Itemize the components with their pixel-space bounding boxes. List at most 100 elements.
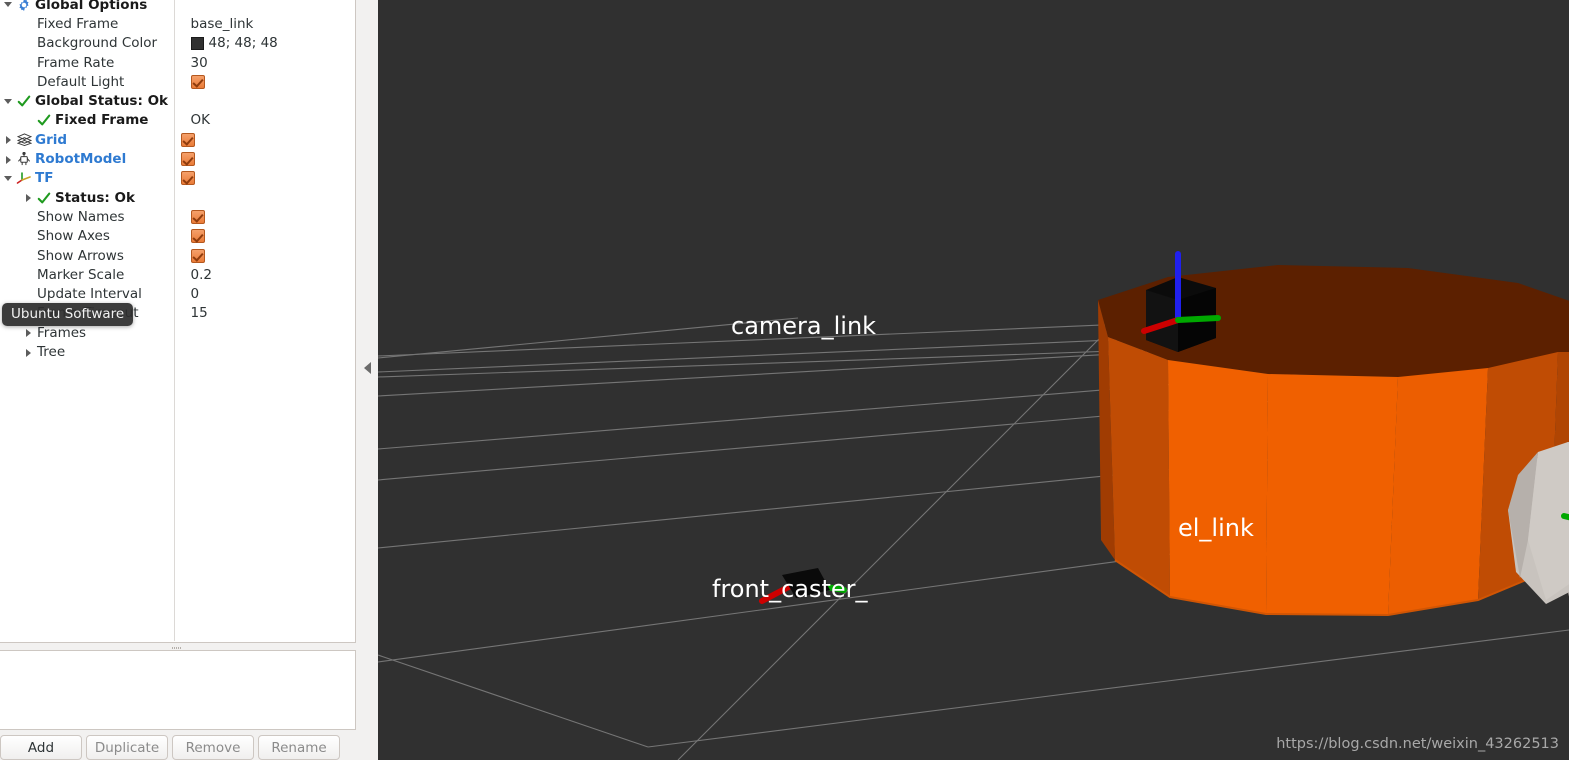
tree-row-value-cell[interactable]: 0.2 bbox=[186, 265, 355, 284]
tree-row-value-cell[interactable]: 48; 48; 48 bbox=[186, 34, 355, 53]
robot-body-side-left-2 bbox=[1108, 337, 1170, 597]
tree-row-fixed-frame[interactable]: Fixed Frame base_link bbox=[0, 14, 355, 33]
chevron-left-icon bbox=[364, 362, 371, 374]
checkbox-checked-icon[interactable] bbox=[190, 209, 205, 224]
status-ok-icon bbox=[35, 112, 53, 128]
chevron-right-icon[interactable] bbox=[22, 343, 35, 362]
chevron-right-icon[interactable] bbox=[22, 188, 35, 207]
tree-row-name-cell: Tree bbox=[0, 342, 186, 361]
status-ok-icon bbox=[15, 93, 33, 109]
displays-panel: Global Options Fixed Frame base_link Backgr… bbox=[0, 0, 378, 760]
tree-row-value: 0.2 bbox=[190, 266, 213, 283]
remove-button[interactable]: Remove bbox=[172, 735, 254, 760]
tree-row-value-cell[interactable]: 15 bbox=[186, 304, 355, 323]
tree-row-name-cell: Show Names bbox=[0, 207, 186, 226]
tree-row-value: 0 bbox=[190, 286, 200, 303]
checkbox-checked-icon[interactable] bbox=[190, 229, 205, 244]
checkbox-checked-icon[interactable] bbox=[180, 152, 195, 167]
tree-row-name-cell: Grid bbox=[0, 130, 176, 149]
chevron-down-icon[interactable] bbox=[2, 169, 15, 188]
add-button[interactable]: Add bbox=[0, 735, 82, 760]
tree-row-name-cell: RobotModel bbox=[0, 149, 176, 168]
tree-row-label: Fixed Frame bbox=[55, 112, 149, 129]
robotmodel-icon bbox=[15, 151, 33, 167]
tree-row-robotmodel[interactable]: RobotModel bbox=[0, 149, 355, 168]
tree-row-name-cell: Global Options bbox=[0, 0, 176, 14]
tree-row-global-options[interactable]: Global Options bbox=[0, 0, 355, 14]
tree-row-background-color[interactable]: Background Color 48; 48; 48 bbox=[0, 34, 355, 53]
tree-row-value-cell[interactable] bbox=[176, 169, 356, 188]
tree-row-value: 48; 48; 48 bbox=[208, 35, 278, 52]
tree-row-value-cell[interactable]: base_link bbox=[186, 14, 355, 33]
tree-row-value-cell[interactable] bbox=[186, 246, 355, 265]
tree-row-label: Marker Scale bbox=[37, 266, 125, 283]
tree-row-name-cell: Global Status: Ok bbox=[0, 92, 176, 111]
tree-row-value-cell[interactable] bbox=[186, 207, 355, 226]
watermark-text: https://blog.csdn.net/weixin_43262513 bbox=[1276, 736, 1559, 752]
tree-row-label: Global Options bbox=[35, 0, 148, 13]
tree-row-label: Global Status: Ok bbox=[35, 93, 169, 110]
rename-button[interactable]: Rename bbox=[258, 735, 340, 760]
tree-row-name-cell: Show Arrows bbox=[0, 246, 186, 265]
tree-row-value: 15 bbox=[190, 305, 208, 322]
tree-row-label: Default Light bbox=[37, 73, 125, 90]
gear-icon bbox=[15, 0, 33, 13]
panel-collapse-handle[interactable] bbox=[357, 0, 378, 760]
robot-body-side-front-3 bbox=[1388, 368, 1488, 615]
tree-row-value-cell[interactable] bbox=[176, 149, 356, 168]
checkbox-checked-icon[interactable] bbox=[180, 171, 195, 186]
tree-row-label: Fixed Frame bbox=[37, 15, 119, 32]
front-caster-mesh bbox=[782, 568, 830, 598]
tree-row-name-cell: Status: Ok bbox=[0, 188, 186, 207]
tree-row-label: Update Interval bbox=[37, 286, 142, 303]
tree-row-update-interval[interactable]: Update Interval 0 bbox=[0, 285, 355, 304]
tree-row-status-ok[interactable]: Status: Ok bbox=[0, 188, 355, 207]
tree-row-name-cell: Fixed Frame bbox=[0, 14, 186, 33]
tree-row-grid[interactable]: Grid bbox=[0, 130, 355, 149]
tree-row-value-cell bbox=[176, 0, 356, 14]
tree-row-fixed-frame[interactable]: Fixed Frame OK bbox=[0, 111, 355, 130]
tree-row-value-cell[interactable] bbox=[176, 130, 356, 149]
selection-panel[interactable] bbox=[0, 650, 356, 730]
render-viewport[interactable]: camera_link el_link front_caster_ https://… bbox=[378, 0, 1569, 760]
tree-row-show-arrows[interactable]: Show Arrows bbox=[0, 246, 355, 265]
checkbox-checked-icon[interactable] bbox=[190, 74, 205, 89]
tree-row-value-cell[interactable] bbox=[186, 227, 355, 246]
checkbox-checked-icon[interactable] bbox=[190, 248, 205, 263]
tree-row-value-cell[interactable]: 0 bbox=[186, 285, 355, 304]
chevron-right-icon[interactable] bbox=[22, 323, 35, 342]
tree-row-tf[interactable]: TF bbox=[0, 169, 355, 188]
tree-row-value-cell bbox=[176, 92, 356, 111]
tree-row-value-cell bbox=[186, 342, 355, 361]
tree-row-marker-scale[interactable]: Marker Scale 0.2 bbox=[0, 265, 355, 284]
tree-row-value-cell[interactable]: OK bbox=[186, 111, 355, 130]
tree-row-default-light[interactable]: Default Light bbox=[0, 72, 355, 91]
rviz-window: Global Options Fixed Frame base_link Backgr… bbox=[0, 0, 1569, 760]
duplicate-button[interactable]: Duplicate bbox=[86, 735, 168, 760]
chevron-down-icon[interactable] bbox=[2, 0, 15, 14]
grid-icon bbox=[15, 132, 33, 148]
checkbox-checked-icon[interactable] bbox=[180, 132, 195, 147]
tree-row-tree[interactable]: Tree bbox=[0, 342, 355, 361]
tree-row-value: 30 bbox=[190, 54, 208, 71]
tree-row-label: Background Color bbox=[37, 35, 158, 52]
robot-body-side-front-2 bbox=[1266, 374, 1398, 615]
tree-row-value-cell[interactable] bbox=[186, 72, 355, 91]
tree-row-value-cell[interactable]: 30 bbox=[186, 53, 355, 72]
chevron-down-icon[interactable] bbox=[2, 92, 15, 111]
tree-row-global-status-ok[interactable]: Global Status: Ok bbox=[0, 92, 355, 111]
tree-row-name-cell: Fixed Frame bbox=[0, 111, 186, 130]
status-ok-icon bbox=[35, 190, 53, 206]
tree-row-show-axes[interactable]: Show Axes bbox=[0, 227, 355, 246]
chevron-right-icon[interactable] bbox=[2, 150, 15, 169]
chevron-right-icon[interactable] bbox=[2, 130, 15, 149]
tree-row-frame-rate[interactable]: Frame Rate 30 bbox=[0, 53, 355, 72]
tree-row-show-names[interactable]: Show Names bbox=[0, 207, 355, 226]
